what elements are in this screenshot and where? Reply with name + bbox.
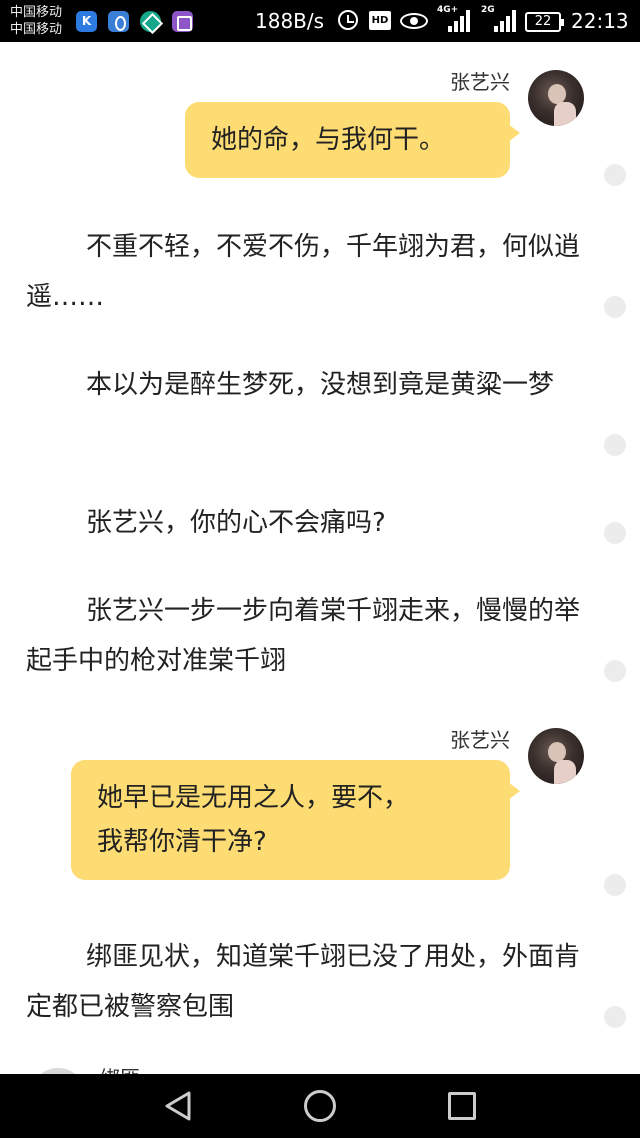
green-app-icon (140, 11, 161, 32)
story-paragraph: 绑匪见状，知道棠千翊已没了用处，外面肯定都已被警察包围 (26, 942, 581, 1022)
carrier-2: 中国移动 (10, 22, 63, 37)
status-bar: 中国移动 中国移动 K 188B/s HD 4G+ 2G 22 22:13 (0, 0, 640, 42)
comment-dot[interactable] (604, 660, 626, 682)
signal-4g-label: 4G+ (437, 5, 459, 15)
k-app-icon: K (76, 11, 97, 32)
dialogue-text: 她的命，与我何干。 (211, 125, 446, 155)
comment-dot[interactable] (604, 296, 626, 318)
eye-comfort-icon (400, 13, 428, 29)
story-paragraph: 张艺兴，你的心不会痛吗? (86, 508, 386, 538)
battery-icon: 22 (525, 12, 564, 32)
dialogue-text-line: 她早已是无用之人，要不， (97, 783, 410, 813)
speaker-avatar[interactable] (528, 728, 584, 784)
navigation-bar (0, 1074, 640, 1138)
speaker-avatar[interactable] (528, 70, 584, 126)
alarm-icon (338, 10, 358, 30)
signal-2g-label: 2G (481, 5, 495, 15)
network-speed: 188B/s (255, 9, 325, 33)
hd-icon: HD (369, 11, 391, 30)
comment-dot[interactable] (604, 874, 626, 896)
story-paragraph: 不重不轻，不爱不伤，千年翊为君，何似逍遥…… (26, 232, 581, 312)
dialogue-bubble: 她的命，与我何干。 (185, 102, 520, 178)
story-content[interactable]: 张艺兴 她的命，与我何干。 不重不轻，不爱不伤，千年翊为君，何似逍遥…… 本以为… (0, 42, 640, 1074)
comment-dot[interactable] (604, 522, 626, 544)
story-paragraph: 张艺兴一步一步向着棠千翊走来，慢慢的举起手中的枪对准棠千翊 (26, 596, 581, 676)
clock: 22:13 (571, 9, 629, 33)
dialogue-text-line: 我帮你清干净? (97, 827, 267, 857)
speaker-name: 张艺兴 (450, 728, 510, 752)
dialogue-bubble: 她早已是无用之人，要不， 我帮你清干净? (71, 760, 520, 880)
gallery-app-icon (172, 11, 193, 32)
carrier-1: 中国移动 (10, 5, 63, 20)
carrier-labels: 中国移动 中国移动 (10, 4, 62, 38)
radio-app-icon (108, 11, 129, 32)
back-icon[interactable] (163, 1090, 193, 1122)
comment-dot[interactable] (604, 1006, 626, 1028)
home-icon[interactable] (304, 1090, 336, 1122)
comment-dot[interactable] (604, 164, 626, 186)
story-paragraph: 本以为是醉生梦死，没想到竟是黄粱一梦 (86, 370, 555, 400)
comment-dot[interactable] (604, 434, 626, 456)
recent-apps-icon[interactable] (448, 1092, 476, 1120)
next-speaker-name: 绑匪 (100, 1062, 140, 1074)
speaker-name: 张艺兴 (450, 70, 510, 94)
